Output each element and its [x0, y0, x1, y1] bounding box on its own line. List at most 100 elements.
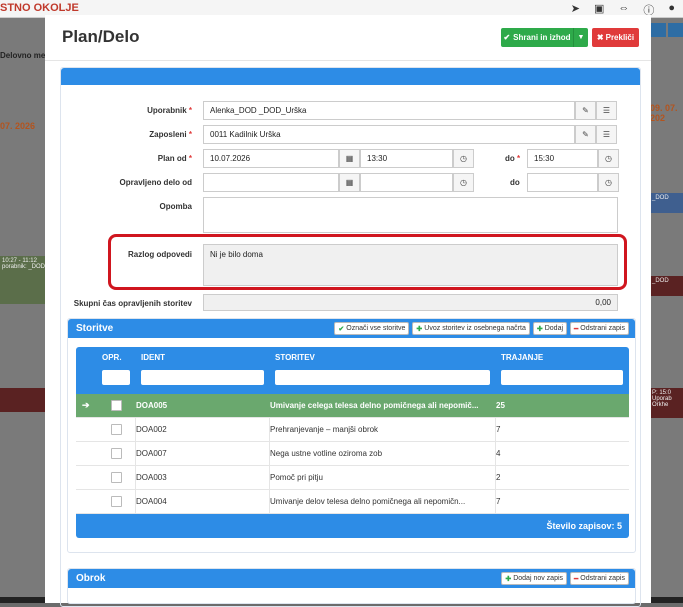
add-new-record-button[interactable]: ✚ Dodaj nov zapis — [501, 572, 568, 585]
table-row[interactable]: DOA002 Prehranjevanje – manjši obrok 7 — [76, 418, 629, 442]
row-checkbox[interactable] — [111, 448, 122, 459]
form-panel: Uporabnik * Alenka_DOD _DOD_Urška ✎ ☰ Za… — [60, 67, 641, 607]
plan-od-date-field[interactable]: 10.07.2026 — [203, 149, 339, 168]
check-icon: ✔ — [503, 33, 511, 42]
uporabnik-field[interactable]: Alenka_DOD _DOD_Urška — [203, 101, 575, 120]
zaposleni-field[interactable]: 0011 Kadilnik Urška — [203, 125, 575, 144]
cell-ident: DOA004 — [136, 497, 167, 506]
skupni-label: Skupni čas opravljenih storitev — [73, 299, 192, 308]
plus-icon: ✚ — [505, 575, 512, 583]
cell-trajanje: 2 — [496, 473, 501, 482]
calendar-event-right-3[interactable]: P: 15:0 Uporab Orkhe — [650, 388, 683, 418]
cell-ident: DOA007 — [136, 449, 167, 458]
cell-trajanje: 25 — [496, 401, 505, 410]
eraser-icon[interactable]: ✎ — [575, 125, 596, 144]
background-right-column: 09. 07. 202 _DOD _DOD P: 15:0 Uporab Ork… — [648, 18, 683, 603]
opravljeno-time-field[interactable] — [360, 173, 453, 192]
import-button[interactable]: ✚ Uvoz storitev iz osebnega načrta — [412, 322, 530, 335]
modal-title: Plan/Delo — [62, 27, 140, 46]
save-button-main[interactable]: ✔ Shrani in izhod — [501, 28, 574, 47]
cell-storitev: Nega ustne votline oziroma zob — [270, 449, 383, 458]
close-icon: ✖ — [596, 33, 604, 42]
plan-od-label: Plan od * — [157, 154, 192, 163]
minus-icon: ━ — [574, 575, 579, 583]
plan-do-time-field[interactable]: 15:30 — [527, 149, 598, 168]
minus-icon: ━ — [574, 325, 579, 333]
modal-header: Plan/Delo ✔ Shrani in izhod ▼ ✖ Prekliči — [45, 15, 651, 61]
row-checkbox[interactable] — [111, 400, 122, 411]
opravljeno-date-field[interactable] — [203, 173, 339, 192]
col-storitev[interactable]: STORITEV — [275, 353, 315, 362]
filter-ident[interactable] — [141, 370, 264, 385]
storitve-header: Storitve ✔ Označi vse storitve ✚ Uvoz stor… — [68, 319, 635, 338]
cancel-button[interactable]: ✖ Prekliči — [592, 28, 639, 47]
clock-icon[interactable]: ◷ — [598, 173, 619, 192]
calendar-icon[interactable]: ▦ — [339, 173, 360, 192]
cell-storitev: Prehranjevanje – manjši obrok — [270, 425, 379, 434]
row-checkbox[interactable] — [111, 472, 122, 483]
record-count: Število zapisov: 5 — [546, 521, 622, 531]
plus-icon: ✚ — [536, 325, 543, 333]
right-button-2[interactable] — [668, 23, 683, 37]
clock-icon[interactable]: ◷ — [453, 173, 474, 192]
cell-ident: DOA003 — [136, 473, 167, 482]
row-checkbox[interactable] — [111, 496, 122, 507]
cell-trajanje: 7 — [496, 425, 501, 434]
clock-icon[interactable]: ◷ — [598, 149, 619, 168]
cancel-label: Prekliči — [605, 33, 635, 42]
storitve-title: Storitve — [76, 323, 114, 334]
date-label-right: 09. 07. 202 — [650, 103, 678, 123]
table-row[interactable]: DOA007 Nega ustne votline oziroma zob 4 — [76, 442, 629, 466]
chevron-down-icon[interactable]: ▼ — [574, 34, 588, 41]
calendar-event-right-1[interactable]: _DOD — [650, 193, 683, 213]
list-icon[interactable]: ☰ — [596, 125, 617, 144]
add-button[interactable]: ✚ Dodaj — [532, 322, 568, 335]
filter-trajanje[interactable] — [501, 370, 623, 385]
filter-storitev[interactable] — [275, 370, 490, 385]
cell-trajanje: 4 — [496, 449, 501, 458]
cell-storitev: Umivanje celega telesa delno pomičnega a… — [270, 401, 479, 410]
uporabnik-label: Uporabnik * — [147, 106, 192, 115]
storitve-grid: OPR. IDENT STORITEV TRAJANJE ➔ DOA005 Um… — [76, 347, 629, 538]
grid-header: OPR. IDENT STORITEV TRAJANJE — [76, 347, 629, 394]
list-icon[interactable]: ☰ — [596, 101, 617, 120]
arrow-right-icon: ➔ — [82, 400, 90, 410]
mark-all-button[interactable]: ✔ Označi vse storitve — [334, 322, 410, 335]
eraser-icon[interactable]: ✎ — [575, 101, 596, 120]
obrok-section: Obrok ✚ Dodaj nov zapis ━ Odstrani zapis — [67, 568, 636, 604]
plan-do-label: do * — [505, 154, 521, 163]
remove-record-button[interactable]: ━ Odstrani zapis — [570, 572, 629, 585]
opravljeno-do-time-field[interactable] — [527, 173, 598, 192]
plan-delo-modal: Plan/Delo ✔ Shrani in izhod ▼ ✖ Prekliči… — [45, 15, 651, 607]
col-trajanje[interactable]: TRAJANJE — [501, 353, 543, 362]
filter-opr[interactable] — [102, 370, 130, 385]
clock-icon[interactable]: ◷ — [453, 149, 474, 168]
table-row[interactable]: DOA004 Umivanje delov telesa delno pomič… — [76, 490, 629, 514]
col-opr[interactable]: OPR. — [102, 353, 122, 362]
opomba-textarea[interactable] — [203, 197, 618, 233]
opomba-label: Opomba — [159, 202, 192, 211]
col-ident[interactable]: IDENT — [141, 353, 165, 362]
panel-header — [61, 68, 640, 85]
opravljeno-label: Opravljeno delo od — [119, 178, 192, 187]
remove-button[interactable]: ━ Odstrani zapis — [570, 322, 629, 335]
plus-icon: ✚ — [416, 325, 423, 333]
zaposleni-label: Zaposleni * — [149, 130, 192, 139]
date-label-left: 07. 2026 — [0, 121, 36, 131]
plan-od-time-field[interactable]: 13:30 — [360, 149, 453, 168]
grid-footer: Število zapisov: 5 — [76, 514, 629, 538]
storitve-section: Storitve ✔ Označi vse storitve ✚ Uvoz stor… — [67, 318, 636, 553]
calendar-event-right-2[interactable]: _DOD — [650, 276, 683, 296]
user-icon[interactable]: ● — [668, 2, 675, 18]
save-and-exit-button[interactable]: ✔ Shrani in izhod ▼ — [501, 28, 588, 47]
calendar-icon[interactable]: ▦ — [339, 149, 360, 168]
row-checkbox[interactable] — [111, 424, 122, 435]
cell-trajanje: 7 — [496, 497, 501, 506]
table-row[interactable]: ➔ DOA005 Umivanje celega telesa delno po… — [76, 394, 629, 418]
cell-storitev: Umivanje delov telesa delno pomičnega al… — [270, 497, 466, 506]
check-icon: ✔ — [338, 325, 345, 333]
skupni-field: 0,00 — [203, 294, 618, 311]
table-row[interactable]: DOA003 Pomoč pri pitju 2 — [76, 466, 629, 490]
opravljeno-do-label: do — [510, 178, 520, 187]
save-label: Shrani in izhod — [513, 33, 571, 42]
